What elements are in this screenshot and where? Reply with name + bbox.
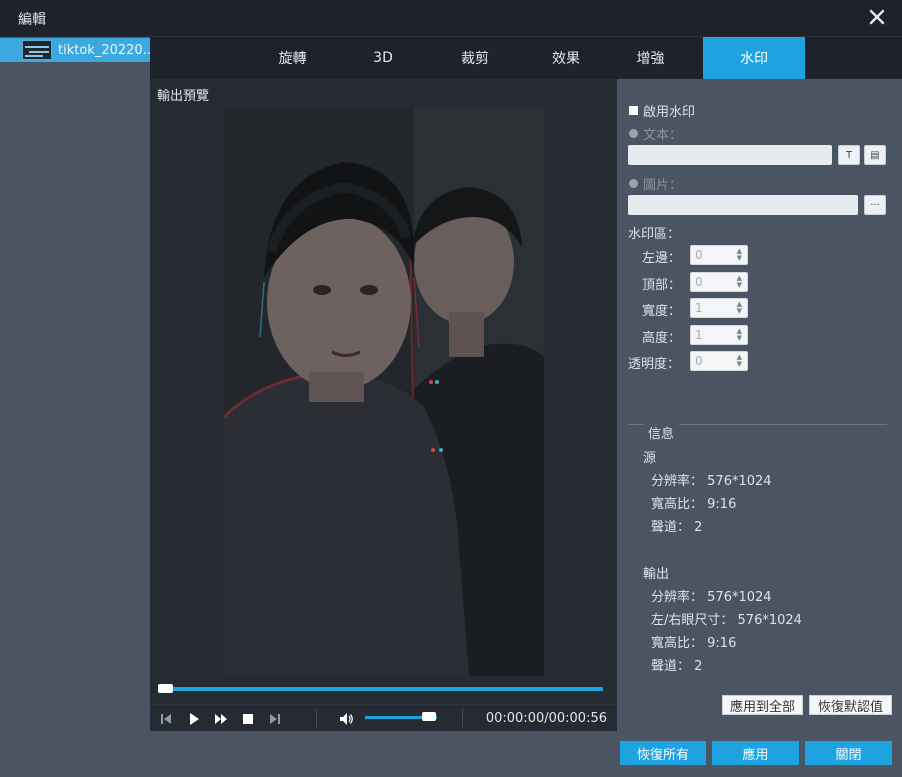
image-label: 圖片： — [643, 178, 683, 193]
width-label: 寬度： — [642, 304, 682, 319]
progress-handle[interactable] — [158, 684, 173, 693]
tab-crop[interactable]: 裁剪 — [416, 37, 534, 79]
enable-watermark-label: 啟用水印 — [643, 105, 696, 120]
text-radio[interactable] — [629, 129, 638, 138]
control-divider — [462, 709, 463, 727]
apply-button[interactable]: 應用 — [712, 741, 799, 765]
timecode: 00:00:00/00:00:56 — [485, 711, 607, 726]
output-resolution-row: 分辨率： 576*1024 — [651, 590, 772, 605]
file-list-sidebar: tiktok_20220... — [0, 37, 150, 777]
footer-bar: 恢復所有 應用 關閉 — [150, 731, 902, 777]
tab-effect[interactable]: 效果 — [534, 37, 598, 79]
watermark-panel: 啟用水印 文本： T ▤ 圖片： ··· 水印區： 左邊： 0 ▲ ▼ 頂部： 0 ▲… — [617, 79, 902, 731]
volume-icon[interactable] — [338, 711, 354, 727]
progress-track[interactable] — [158, 687, 603, 691]
edit-tabs: 旋轉 3D 裁剪 效果 增強 水印 — [150, 37, 902, 79]
file-list-item[interactable]: tiktok_20220... — [0, 38, 150, 62]
video-thumbnail-icon — [22, 40, 52, 60]
left-spinbox[interactable]: 0 ▲ ▼ — [690, 245, 748, 265]
tab-3d[interactable]: 3D — [350, 37, 416, 79]
tab-rotate[interactable]: 旋轉 — [235, 37, 350, 79]
output-title: 輸出 — [643, 567, 670, 582]
tab-enhance[interactable]: 增強 — [598, 37, 703, 79]
source-resolution-row: 分辨率： 576*1024 — [651, 474, 772, 489]
output-eye-size-row: 左/右眼尺寸： 576*1024 — [651, 613, 802, 628]
text-input[interactable] — [628, 145, 832, 165]
width-spinbox[interactable]: 1 ▲ ▼ — [690, 298, 748, 318]
timeline — [150, 678, 617, 704]
opacity-label: 透明度： — [628, 357, 681, 372]
top-label: 頂部： — [642, 278, 682, 293]
top-spinbox[interactable]: 0 ▲ ▼ — [690, 272, 748, 292]
stop-icon[interactable] — [240, 711, 256, 727]
output-preview-label: 輸出預覽 — [150, 79, 617, 105]
info-title: 信息 — [643, 423, 680, 442]
video-frame-image — [224, 107, 544, 676]
volume-handle[interactable] — [422, 712, 436, 721]
restore-all-button[interactable]: 恢復所有 — [620, 741, 706, 765]
browse-button[interactable]: ··· — [864, 195, 886, 215]
height-label: 高度： — [642, 331, 682, 346]
title-bar: 編輯 — [0, 0, 902, 37]
play-icon[interactable] — [186, 711, 202, 727]
enable-watermark-row: 啟用水印 — [629, 101, 695, 120]
window-title: 編輯 — [18, 12, 46, 28]
left-label: 左邊： — [642, 251, 682, 266]
text-option-row: 文本： — [629, 124, 682, 143]
file-name: tiktok_20220... — [58, 42, 150, 58]
playback-controls: 00:00:00/00:00:56 — [150, 704, 617, 731]
skip-to-start-icon[interactable] — [158, 711, 174, 727]
apply-to-all-button[interactable]: 應用到全部 — [722, 695, 803, 715]
source-channels-row: 聲道： 2 — [651, 520, 703, 535]
image-radio[interactable] — [629, 179, 638, 188]
source-ratio-row: 寬高比： 9:16 — [651, 497, 737, 512]
watermark-area-label: 水印區： — [628, 227, 681, 242]
output-ratio-row: 寬高比： 9:16 — [651, 636, 737, 651]
image-option-row: 圖片： — [629, 174, 682, 193]
image-path-input[interactable] — [628, 195, 858, 215]
text-label: 文本： — [643, 128, 683, 143]
close-icon[interactable] — [866, 6, 888, 28]
enable-watermark-checkbox[interactable] — [629, 106, 638, 115]
restore-default-button[interactable]: 恢復默認值 — [809, 695, 892, 715]
video-preview-area — [150, 105, 617, 678]
video-frame — [224, 107, 544, 676]
close-button[interactable]: 關閉 — [805, 741, 892, 765]
skip-to-end-icon[interactable] — [267, 711, 283, 727]
control-divider — [316, 709, 317, 727]
opacity-spinbox[interactable]: 0 ▲ ▼ — [690, 351, 748, 371]
source-title: 源 — [643, 451, 657, 466]
text-icon[interactable]: T — [838, 145, 860, 165]
font-settings-icon[interactable]: ▤ — [864, 145, 886, 165]
fast-forward-icon[interactable] — [213, 711, 229, 727]
tab-watermark[interactable]: 水印 — [703, 37, 805, 79]
height-spinbox[interactable]: 1 ▲ ▼ — [690, 325, 748, 345]
output-channels-row: 聲道： 2 — [651, 659, 703, 674]
